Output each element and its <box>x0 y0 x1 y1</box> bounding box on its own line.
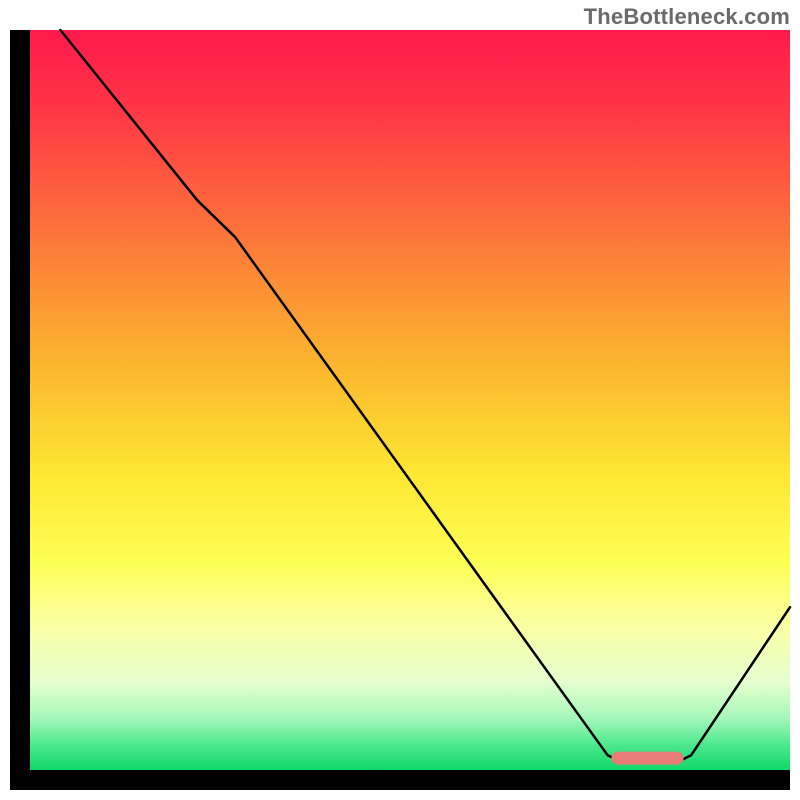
plot-background <box>30 30 790 770</box>
x-axis <box>10 770 790 790</box>
bottleneck-chart <box>0 0 800 800</box>
chart-container: TheBottleneck.com <box>0 0 800 800</box>
y-axis <box>10 30 30 790</box>
optimal-range-marker <box>611 752 683 765</box>
